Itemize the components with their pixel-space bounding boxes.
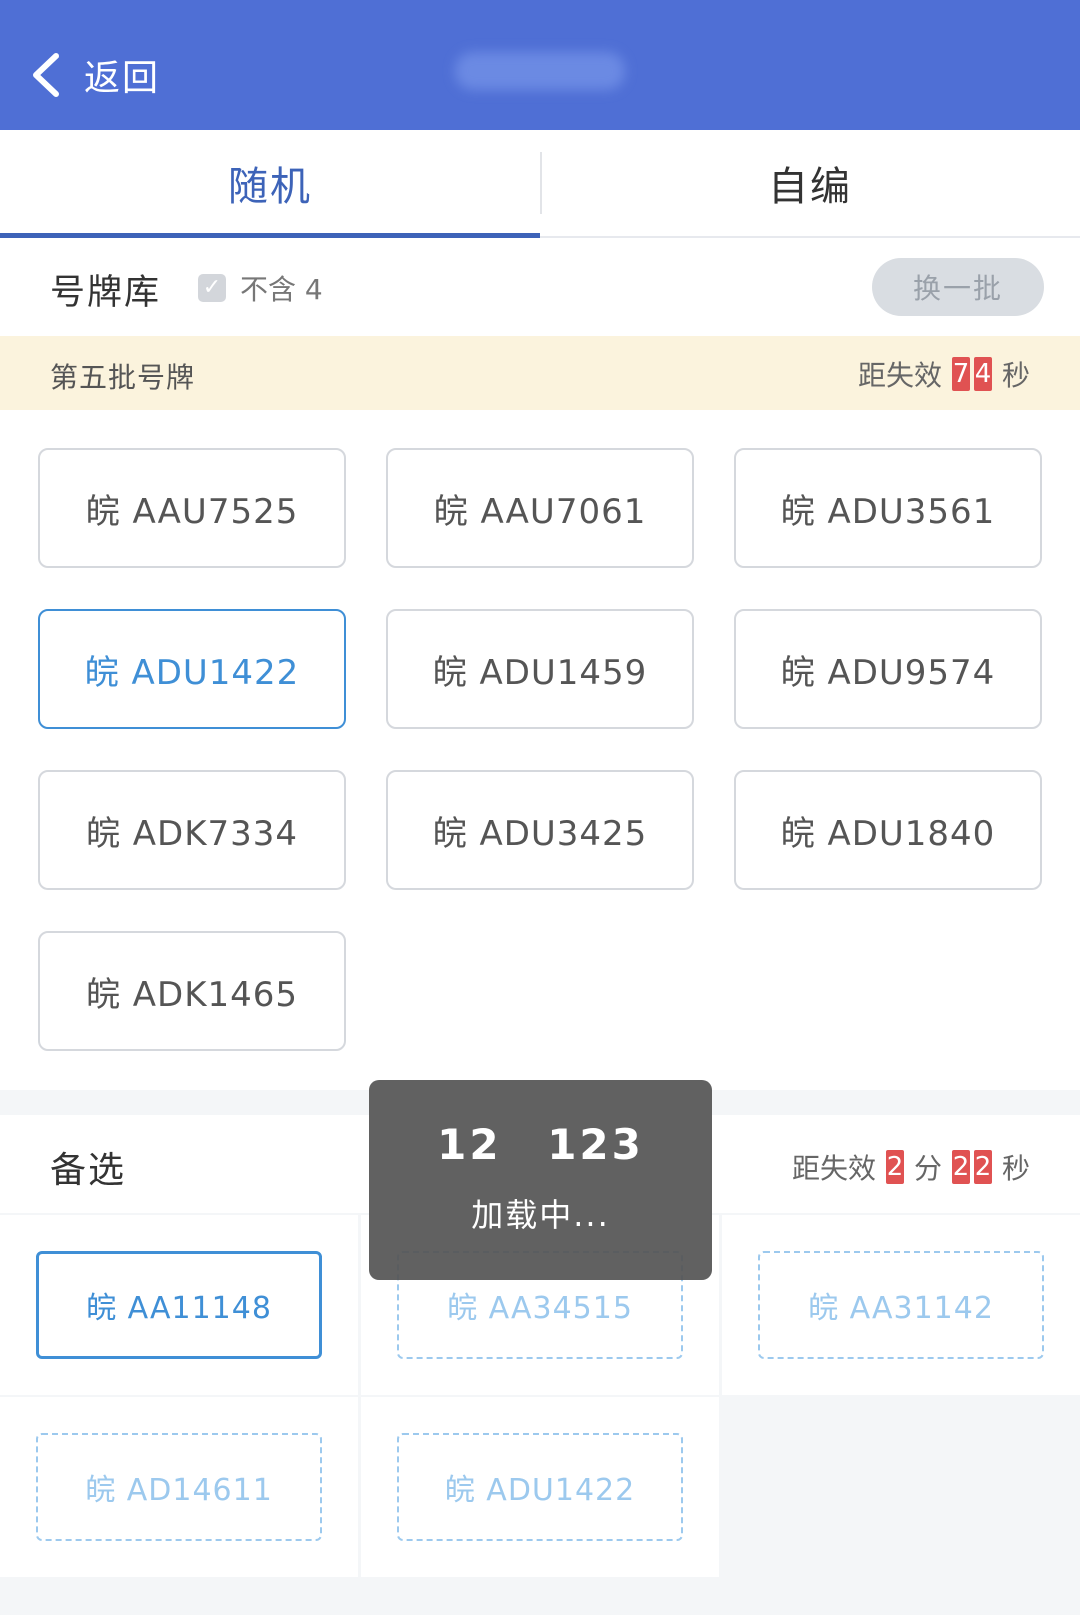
toast-message: 加载中... [471,1196,610,1234]
batch-banner: 第五批号牌 距失效 7 4 秒 [0,336,1080,410]
countdown-digit: 7 [951,357,970,391]
tab-bar: 随机 自编 [0,130,1080,238]
tab-custom[interactable]: 自编 [540,130,1080,236]
batch-countdown: 距失效 7 4 秒 [858,354,1030,394]
refresh-batch-button[interactable]: 换一批 [872,258,1044,316]
back-button[interactable]: 返回 [28,40,160,110]
alternate-plate-slot[interactable]: 皖 AD14611 [36,1433,322,1541]
countdown-prefix: 距失效 [857,359,942,392]
plate-option[interactable]: 皖 ADU3561 [734,448,1042,568]
alternate-plate-slot[interactable]: 皖 ADU1422 [397,1433,683,1541]
plate-option-selected[interactable]: 皖 ADU1422 [38,609,346,729]
batch-name: 第五批号牌 [50,361,196,394]
alternate-plate-selected[interactable]: 皖 AA11148 [36,1251,322,1359]
back-label: 返回 [84,58,161,99]
plate-option[interactable]: 皖 ADK7334 [38,770,346,890]
alternate-cell: 皖 AA31142 [722,1215,1080,1395]
page-title-obscured [455,52,625,90]
countdown-unit: 分 [913,1152,942,1185]
alternate-cell: 皖 ADU1422 [361,1397,719,1577]
alternate-plate-slot[interactable]: 皖 AA31142 [758,1251,1044,1359]
tab-divider [540,152,542,214]
chevron-left-icon [33,53,59,97]
plate-library-row: 号牌库 ✓ 不含 4 换一批 [0,238,1080,336]
checkbox-checked-icon[interactable]: ✓ [198,274,226,302]
alternate-cell: 皖 AD14611 [0,1397,358,1577]
countdown-unit: 秒 [1001,359,1030,392]
plate-library-label: 号牌库 [50,273,162,313]
plate-option[interactable]: 皖 ADU9574 [734,609,1042,729]
countdown-prefix: 距失效 [791,1152,876,1185]
countdown-digit: 2 [973,1150,992,1184]
exclude-four-label: 不含 4 [240,273,323,306]
exclude-four-toggle[interactable]: ✓ 不含 4 [198,268,323,308]
countdown-digit: 4 [973,357,992,391]
alternate-cell: 皖 AA11148 [0,1215,358,1395]
toast-numbers: 12 123 [437,1120,644,1169]
alternates-label: 备选 [50,1150,127,1191]
alternates-countdown: 距失效 2 分 2 2 秒 [792,1147,1030,1187]
tab-random[interactable]: 随机 [0,130,540,238]
plate-option[interactable]: 皖 ADK1465 [38,931,346,1051]
plate-option[interactable]: 皖 ADU1459 [386,609,694,729]
loading-toast: 12 123 加载中... [369,1080,712,1280]
countdown-unit: 秒 [1001,1152,1030,1185]
countdown-digit: 2 [885,1150,904,1184]
plate-grid: 皖 AAU7525 皖 AAU7061 皖 ADU3561 皖 ADU1422 … [0,410,1080,1090]
plate-option[interactable]: 皖 ADU1840 [734,770,1042,890]
countdown-digit: 2 [951,1150,970,1184]
plate-option[interactable]: 皖 ADU3425 [386,770,694,890]
top-nav-bar: 返回 [0,0,1080,130]
plate-option[interactable]: 皖 AAU7525 [38,448,346,568]
plate-option[interactable]: 皖 AAU7061 [386,448,694,568]
